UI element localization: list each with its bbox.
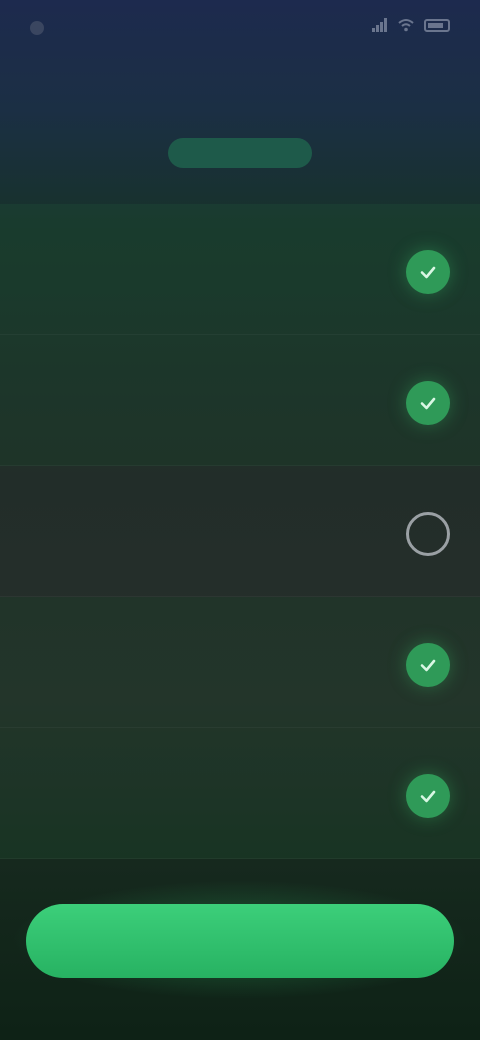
permission-toggle-on[interactable] (406, 643, 450, 687)
permission-toggle-on[interactable] (406, 250, 450, 294)
notification-dot-icon (30, 21, 44, 35)
permission-row-5[interactable] (0, 728, 480, 859)
subtitle-badge (168, 138, 312, 168)
permission-row-2[interactable] (0, 335, 480, 466)
permissions-list (0, 204, 480, 859)
check-icon (420, 397, 436, 410)
battery-icon (424, 18, 450, 32)
check-icon (420, 659, 436, 672)
permission-row-1[interactable] (0, 204, 480, 335)
status-icons (372, 18, 450, 32)
signal-icon (372, 18, 387, 32)
permission-toggle-on[interactable] (406, 381, 450, 425)
check-icon (420, 790, 436, 803)
status-left (30, 16, 52, 40)
permission-toggle-on[interactable] (406, 774, 450, 818)
wifi-icon (398, 19, 414, 32)
permission-toggle-off[interactable] (406, 512, 450, 556)
permission-row-4[interactable] (0, 597, 480, 728)
check-icon (420, 266, 436, 279)
continue-button[interactable] (26, 904, 454, 978)
permission-row-3[interactable] (0, 466, 480, 597)
status-bar (0, 0, 480, 56)
